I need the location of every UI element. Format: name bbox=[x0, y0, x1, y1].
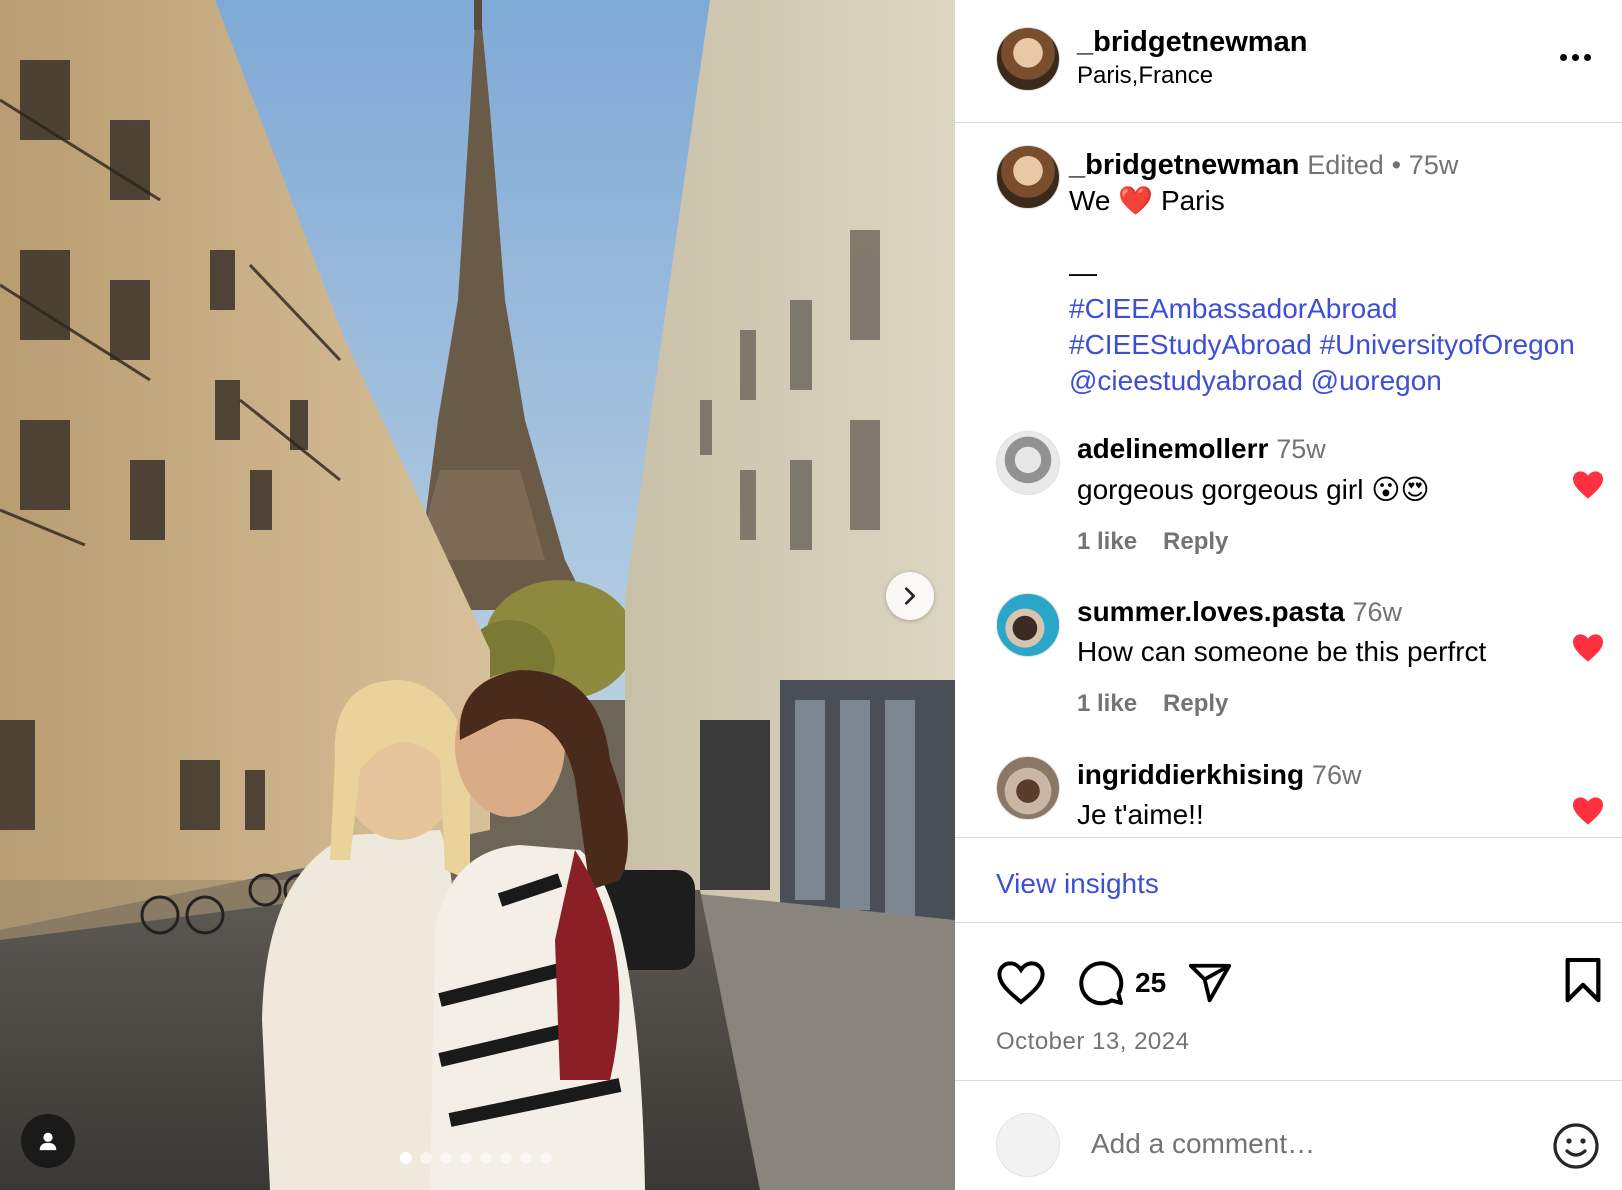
comment-reply-button[interactable]: Reply bbox=[1163, 528, 1228, 556]
person-icon bbox=[39, 1132, 57, 1151]
next-slide-button[interactable] bbox=[886, 572, 934, 620]
paper-plane-icon bbox=[1189, 963, 1232, 1003]
post-caption: _bridgetnewman Edited • 75w We ❤️ Paris … bbox=[1069, 147, 1609, 399]
comment-time: 76w bbox=[1352, 597, 1403, 627]
heart-outline-icon bbox=[997, 961, 1045, 1005]
ellipsis-icon bbox=[1583, 53, 1591, 61]
share-button[interactable] bbox=[1182, 955, 1238, 1011]
divider bbox=[955, 922, 1622, 923]
paris-street-photo bbox=[0, 0, 955, 1190]
caption-text: We bbox=[1069, 185, 1111, 216]
comment-reply-button[interactable]: Reply bbox=[1163, 690, 1228, 718]
comment-time: 75w bbox=[1276, 434, 1326, 464]
carousel-dot bbox=[500, 1152, 512, 1164]
divider bbox=[955, 1080, 1622, 1081]
comment-text: Je t'aime!! bbox=[1077, 799, 1204, 830]
commenter-username[interactable]: summer.loves.pasta bbox=[1077, 596, 1345, 627]
save-button[interactable] bbox=[1563, 957, 1603, 1009]
comment-text: gorgeous gorgeous girl 😮😍 bbox=[1077, 474, 1430, 505]
mention-link[interactable]: @cieestudyabroad @uoregon bbox=[1069, 363, 1609, 399]
caption-dash: — bbox=[1069, 257, 1097, 288]
caption-text: Paris bbox=[1160, 185, 1225, 216]
comment-item: summer.loves.pasta 76w How can someone b… bbox=[1077, 596, 1597, 718]
add-comment-input[interactable] bbox=[1091, 1128, 1521, 1160]
tagged-users-button[interactable] bbox=[21, 1114, 75, 1168]
author-avatar[interactable] bbox=[996, 27, 1060, 91]
comment-heart-icon[interactable] bbox=[1571, 633, 1605, 663]
carousel-dot bbox=[400, 1152, 412, 1164]
post-actions: 25 bbox=[993, 955, 1238, 1011]
view-insights-link[interactable]: View insights bbox=[996, 868, 1159, 900]
bookmark-icon bbox=[1565, 957, 1601, 1003]
commenter-avatar[interactable] bbox=[996, 431, 1060, 495]
like-button[interactable] bbox=[993, 955, 1049, 1011]
comment-item: ingriddierkhising 76w Je t'aime!! bbox=[1077, 759, 1597, 831]
carousel-dot bbox=[440, 1152, 452, 1164]
divider bbox=[955, 837, 1622, 838]
more-options-button[interactable] bbox=[1555, 42, 1595, 72]
commenter-username[interactable]: ingriddierkhising bbox=[1077, 759, 1304, 790]
smiley-icon bbox=[1553, 1123, 1599, 1169]
heart-emoji: ❤️ bbox=[1118, 185, 1154, 216]
carousel-indicator bbox=[400, 1152, 552, 1164]
comment-heart-icon[interactable] bbox=[1571, 796, 1605, 826]
post-sidebar: _bridgetnewman Paris,France _bridgetnewm… bbox=[955, 0, 1622, 1190]
separator: • bbox=[1391, 150, 1402, 180]
caption-time[interactable]: 75w bbox=[1409, 150, 1459, 180]
emoji-picker-button[interactable] bbox=[1552, 1122, 1600, 1175]
ellipsis-icon bbox=[1571, 53, 1579, 61]
comment-text: How can someone be this perfrct bbox=[1077, 636, 1487, 667]
comment-like-count[interactable]: 1 like bbox=[1077, 690, 1137, 718]
post-date[interactable]: October 13, 2024 bbox=[996, 1028, 1189, 1056]
comment-like-count[interactable]: 1 like bbox=[1077, 528, 1137, 556]
commenter-username[interactable]: adelinemollerr bbox=[1077, 433, 1268, 464]
post-location[interactable]: Paris,France bbox=[1077, 62, 1213, 90]
author-username[interactable]: _bridgetnewman bbox=[1077, 26, 1307, 59]
carousel-dot bbox=[460, 1152, 472, 1164]
comments-scroll-area[interactable]: _bridgetnewman Edited • 75w We ❤️ Paris … bbox=[955, 123, 1622, 837]
commenter-avatar[interactable] bbox=[996, 593, 1060, 657]
comment-time: 76w bbox=[1311, 760, 1362, 790]
comment-heart-icon[interactable] bbox=[1571, 470, 1605, 500]
caption-username[interactable]: _bridgetnewman bbox=[1069, 149, 1299, 181]
carousel-dot bbox=[480, 1152, 492, 1164]
comment-count: 25 bbox=[1135, 967, 1167, 998]
carousel-dot bbox=[540, 1152, 552, 1164]
post-photo[interactable] bbox=[0, 0, 955, 1190]
comment-button[interactable] bbox=[1073, 955, 1129, 1011]
edited-label: Edited bbox=[1307, 150, 1384, 180]
hashtag-link[interactable]: #CIEEAmbassadorAbroad bbox=[1069, 291, 1609, 327]
carousel-dot bbox=[520, 1152, 532, 1164]
current-user-avatar bbox=[996, 1113, 1060, 1177]
commenter-avatar[interactable] bbox=[996, 756, 1060, 820]
chevron-right-icon bbox=[904, 587, 916, 605]
hashtag-link[interactable]: #CIEEStudyAbroad #UniversityofOregon bbox=[1069, 327, 1609, 363]
caption-avatar[interactable] bbox=[996, 145, 1060, 209]
speech-bubble-icon bbox=[1079, 961, 1124, 1006]
comment-item: adelinemollerr 75w gorgeous gorgeous gir… bbox=[1077, 433, 1597, 556]
carousel-dot bbox=[420, 1152, 432, 1164]
ellipsis-icon bbox=[1559, 53, 1567, 61]
